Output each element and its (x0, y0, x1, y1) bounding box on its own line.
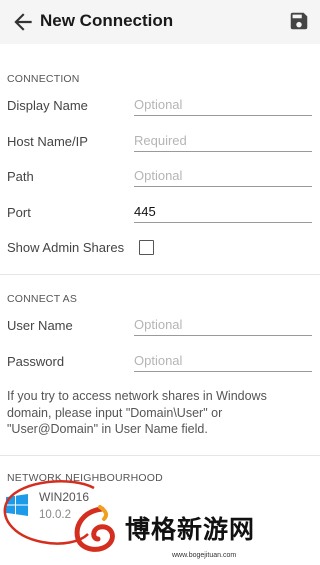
divider (0, 274, 320, 275)
password-field[interactable] (134, 350, 312, 372)
watermark-url: www.bogejituan.com (172, 552, 237, 559)
display-name-field[interactable] (134, 94, 312, 116)
section-label-connect-as: CONNECT AS (7, 293, 78, 305)
watermark-logo-icon (74, 505, 115, 552)
user-name-label: User Name (7, 318, 73, 333)
port-label: Port (7, 205, 31, 220)
password-label: Password (7, 354, 65, 369)
domain-hint-text: If you try to access network shares in W… (7, 389, 267, 436)
user-name-field[interactable] (134, 314, 312, 336)
divider (0, 455, 320, 456)
admin-shares-label: Show Admin Shares (7, 240, 125, 255)
app-bar: New Connection (0, 0, 320, 44)
save-icon[interactable] (288, 10, 310, 32)
admin-shares-checkbox[interactable] (139, 240, 154, 255)
page-title: New Connection (40, 11, 174, 30)
path-label: Path (7, 169, 34, 184)
port-field[interactable] (134, 201, 312, 223)
back-arrow-icon[interactable] (10, 9, 36, 35)
path-field[interactable] (134, 165, 312, 187)
host-label: Host Name/IP (7, 134, 88, 149)
display-name-label: Display Name (7, 98, 88, 113)
section-label-connection: CONNECTION (7, 73, 80, 85)
host-field[interactable] (134, 130, 312, 152)
watermark-text: 博格新游网 (125, 515, 256, 544)
